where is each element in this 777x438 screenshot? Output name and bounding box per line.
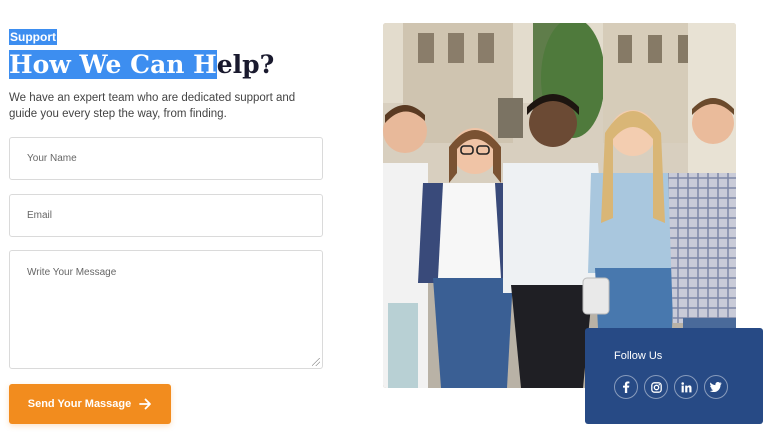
heading-part-1: How We [9,50,131,79]
message-placeholder: Write Your Message [27,267,117,278]
heading-part-2: H [184,50,217,79]
heading-selected: How We Can H [9,50,217,79]
email-placeholder: Email [27,210,53,221]
social-links [614,375,728,399]
twitter-icon[interactable] [704,375,728,399]
linkedin-icon[interactable] [674,375,698,399]
message-textarea[interactable]: Write Your Message [9,250,323,369]
send-message-button[interactable]: Send Your Massage [9,384,171,424]
heading-part-bold: Can [130,50,185,79]
send-button-label: Send Your Massage [27,398,132,410]
resize-handle[interactable] [312,358,320,366]
instagram-icon[interactable] [644,375,668,399]
follow-us-title: Follow Us [614,350,663,362]
section-eyebrow: Support [9,29,57,45]
page-title: How We Can Help? [9,47,274,83]
follow-us-panel: Follow Us [585,328,763,424]
arrow-right-icon [139,398,152,410]
name-input[interactable]: Your Name [9,137,323,180]
name-placeholder: Your Name [27,153,77,164]
heading-part-3: elp? [216,50,275,79]
facebook-icon[interactable] [614,375,638,399]
email-input[interactable]: Email [9,194,323,237]
intro-text: We have an expert team who are dedicated… [9,92,296,120]
